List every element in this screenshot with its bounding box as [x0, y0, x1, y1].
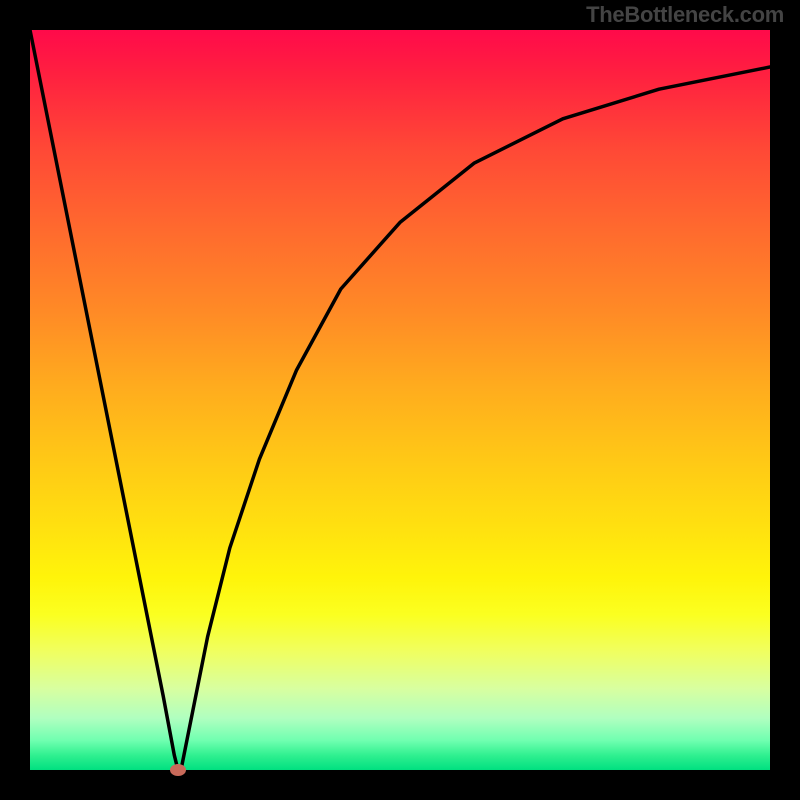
chart-plot-area: [30, 30, 770, 770]
watermark-text: TheBottleneck.com: [586, 2, 784, 28]
chart-marker-dot: [170, 764, 186, 776]
chart-curve: [30, 30, 770, 770]
